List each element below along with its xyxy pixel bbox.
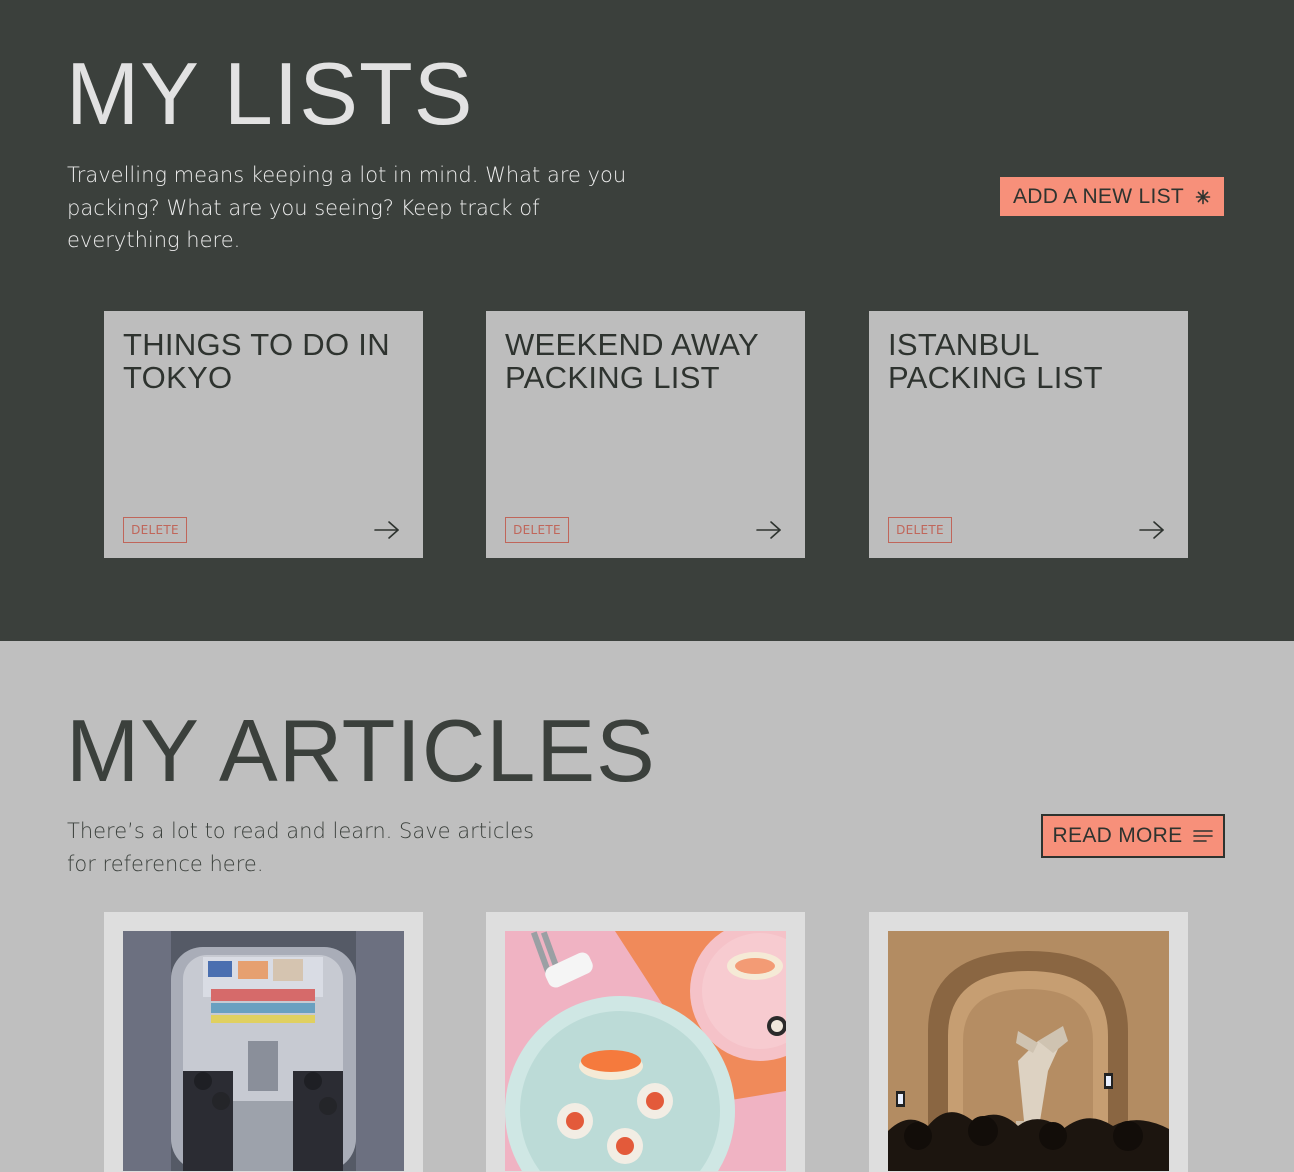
add-new-list-label: ADD A NEW LIST (1012, 184, 1185, 208)
article-card[interactable] (104, 912, 423, 1172)
delete-list-button[interactable]: DELETE (505, 517, 569, 543)
list-card[interactable]: ISTANBUL PACKING LIST DELETE (869, 311, 1188, 558)
asterisk-icon (1195, 189, 1211, 205)
list-card[interactable]: THINGS TO DO IN TOKYO DELETE (104, 311, 423, 558)
read-more-button[interactable]: READ MORE (1041, 814, 1225, 858)
lists-section: MY LISTS Travelling means keeping a lot … (0, 0, 1294, 641)
articles-section: MY ARTICLES There’s a lot to read and le… (0, 641, 1294, 1172)
list-card-title: ISTANBUL PACKING LIST (888, 327, 1103, 395)
arrow-right-icon[interactable] (1139, 519, 1165, 541)
arrow-right-icon[interactable] (374, 519, 400, 541)
menu-lines-icon (1193, 828, 1214, 844)
museum-statue-crowd-photo[interactable] (888, 931, 1169, 1171)
articles-intro-text: There’s a lot to read and learn. Save ar… (67, 819, 535, 876)
delete-list-button[interactable]: DELETE (123, 517, 187, 543)
list-card-title: THINGS TO DO IN TOKYO (123, 327, 390, 395)
list-card[interactable]: WEEKEND AWAY PACKING LIST DELETE (486, 311, 805, 558)
lists-intro-text: Travelling means keeping a lot in mind. … (67, 163, 627, 252)
lists-heading: MY LISTS (66, 44, 474, 143)
arrow-right-icon[interactable] (756, 519, 782, 541)
article-card[interactable] (869, 912, 1188, 1172)
article-card[interactable] (486, 912, 805, 1172)
list-card-title: WEEKEND AWAY PACKING LIST (505, 327, 759, 395)
tokyo-train-interior-photo[interactable] (123, 931, 404, 1171)
sushi-plates-photo[interactable] (505, 931, 786, 1171)
read-more-label: READ MORE (1052, 824, 1183, 847)
delete-list-button[interactable]: DELETE (888, 517, 952, 543)
articles-heading: MY ARTICLES (66, 701, 656, 800)
add-new-list-button[interactable]: ADD A NEW LIST (1000, 177, 1224, 216)
